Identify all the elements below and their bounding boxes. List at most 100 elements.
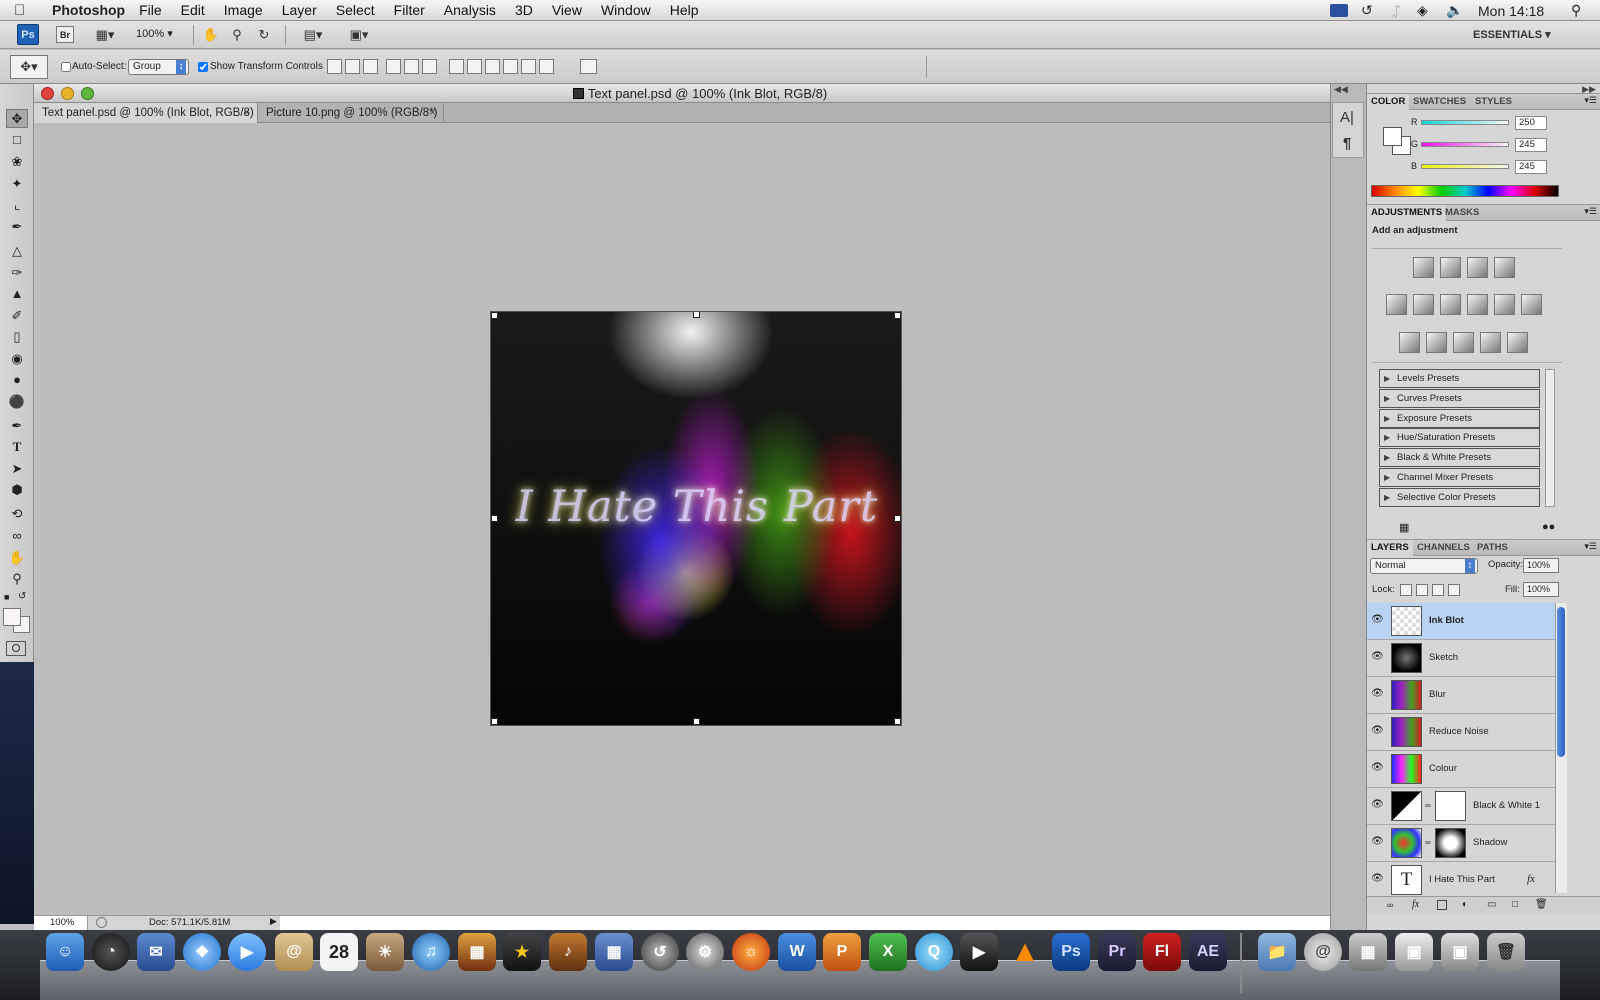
r-channel-value[interactable]: 250 [1515,116,1547,130]
levels-presets-row[interactable]: Levels Presets [1379,369,1540,388]
after-effects-dock-icon[interactable]: AE [1189,933,1227,971]
finder-icon[interactable]: ☺ [46,933,84,971]
hand-tool-icon[interactable]: ✋ [6,548,28,567]
selective-color-icon[interactable] [1507,332,1528,353]
lock-all-icon[interactable] [1448,584,1460,596]
launch-bridge-button[interactable]: Br [56,26,74,43]
firefox-icon[interactable]: ☼ [732,933,770,971]
exposure-presets-row[interactable]: Exposure Presets [1379,409,1540,428]
mail-stamp-icon[interactable]: ✉ [137,933,175,971]
status-zoom-field[interactable]: 100% [34,916,88,930]
imovie-icon[interactable]: ★ [503,933,541,971]
lock-transparency-icon[interactable] [1400,584,1412,596]
type-tool-icon[interactable]: T [6,437,28,456]
downloads-stack-icon[interactable]: @ [1304,933,1342,971]
screen-mode-button[interactable]: ▣▾ [342,26,376,44]
close-tab-icon[interactable]: × [243,103,250,123]
layer-row-black-white-1[interactable]: 👁 ∞ Black & White 1 [1367,788,1555,825]
final-cut-icon[interactable]: ▶ [960,933,998,971]
close-window-button[interactable] [41,87,54,100]
excel-icon[interactable]: X [869,933,907,971]
visibility-eye-icon[interactable]: 👁 [1371,725,1385,739]
3d-orbit-tool-icon[interactable]: ∞ [6,526,28,545]
visibility-eye-icon[interactable]: 👁 [1371,688,1385,702]
spotlight-icon[interactable]: ⚲ [1571,0,1581,21]
zoom-window-button[interactable] [81,87,94,100]
photo-filter-icon[interactable] [1494,294,1515,315]
word-icon[interactable]: W [778,933,816,971]
layer-effects-icon[interactable]: fx [1527,873,1535,885]
posterize-icon[interactable] [1426,332,1447,353]
color-spectrum-ramp[interactable] [1371,185,1559,197]
spaces-icon[interactable]: ▦ [595,933,633,971]
paint-bucket-tool-icon[interactable]: ◉ [6,349,28,368]
color-balance-icon[interactable] [1440,294,1461,315]
blur-tool-icon[interactable]: ● [6,370,28,389]
transform-handle[interactable] [491,718,498,725]
scrollbar-thumb[interactable] [1557,607,1565,757]
volume-icon[interactable]: 🔈 [1446,0,1463,21]
clone-stamp-tool-icon[interactable]: ▲ [6,284,28,303]
photoshop-dock-icon[interactable]: Ps [1052,933,1090,971]
premiere-dock-icon[interactable]: Pr [1098,933,1136,971]
address-book-icon[interactable]: @ [275,933,313,971]
distribute-right-icon[interactable] [539,59,554,74]
brush-tool-icon[interactable]: ✑ [6,263,28,282]
auto-select-dropdown[interactable]: Group ↕ [128,59,189,75]
curves-icon[interactable] [1467,257,1488,278]
align-top-icon[interactable] [327,59,342,74]
pictures-stack-icon[interactable]: ▣ [1441,933,1479,971]
quicktime-icon[interactable]: Q [915,933,953,971]
brightness-contrast-icon[interactable] [1413,257,1434,278]
color-foreground-swatch[interactable] [1383,127,1402,146]
show-transform-checkbox[interactable] [198,62,208,72]
character-panel-icon[interactable]: A| [1340,109,1354,126]
layer-mask-thumbnail[interactable] [1435,828,1466,858]
lock-position-icon[interactable] [1432,584,1444,596]
eyedropper-tool-icon[interactable]: ✒ [6,217,28,236]
menu-select[interactable]: Select [336,2,375,18]
tab-adjustments[interactable]: ADJUSTMENTS [1367,205,1447,221]
app-name-menu[interactable]: Photoshop [52,2,125,18]
gradient-map-icon[interactable] [1480,332,1501,353]
layers-scrollbar[interactable] [1555,603,1567,893]
itunes-icon[interactable]: ♫ [412,933,450,971]
add-layer-style-icon[interactable]: fx [1412,899,1419,910]
black-white-presets-row[interactable]: Black & White Presets [1379,448,1540,467]
eraser-tool-icon[interactable]: ▯ [6,327,28,346]
threshold-icon[interactable] [1453,332,1474,353]
tab-text-panel[interactable]: Text panel.psd @ 100% (Ink Blot, RGB/8) … [34,103,258,123]
menu-analysis[interactable]: Analysis [444,2,496,18]
view-extras-button[interactable]: ▦▾ [90,26,120,43]
menu-image[interactable]: Image [224,2,263,18]
layer-row-blur[interactable]: 👁 Blur [1367,677,1555,714]
workspace-switcher[interactable]: ESSENTIALS ▾ [1473,28,1551,41]
menu-help[interactable]: Help [670,2,699,18]
visibility-eye-icon[interactable]: 👁 [1371,836,1385,850]
tab-paths[interactable]: PATHS [1473,540,1512,556]
delete-layer-icon[interactable]: 🗑 [1535,899,1548,910]
link-layers-icon[interactable]: ∞ [1387,900,1393,910]
auto-select-checkbox[interactable] [61,62,71,72]
layer-mask-thumbnail[interactable] [1435,791,1466,821]
time-machine-dock-icon[interactable]: ↺ [641,933,679,971]
powerpoint-icon[interactable]: P [823,933,861,971]
transform-handle[interactable] [894,312,901,319]
transform-handle[interactable] [693,718,700,725]
visibility-eye-icon[interactable]: 👁 [1371,762,1385,776]
layer-row-colour[interactable]: 👁 Colour [1367,751,1555,788]
dashboard-icon[interactable]: ◔ [92,933,130,971]
time-machine-icon[interactable]: ↺ [1361,0,1373,21]
applications-folder-icon[interactable]: 📁 [1258,933,1296,971]
presets-scrollbar[interactable] [1545,369,1555,507]
arrange-documents-button[interactable]: ▤▾ [296,26,330,44]
status-menu-icon[interactable] [96,917,107,928]
safari-icon[interactable]: ❖ [183,933,221,971]
vibrance-icon[interactable] [1386,294,1407,315]
menu-edit[interactable]: Edit [181,2,205,18]
menu-file[interactable]: File [139,2,162,18]
tab-picture-10[interactable]: Picture 10.png @ 100% (RGB/8*) × [258,103,444,123]
zoom-tool-icon[interactable]: ⚲ [228,26,246,44]
trash-icon[interactable]: 🗑 [1487,933,1525,971]
curves-presets-row[interactable]: Curves Presets [1379,389,1540,408]
